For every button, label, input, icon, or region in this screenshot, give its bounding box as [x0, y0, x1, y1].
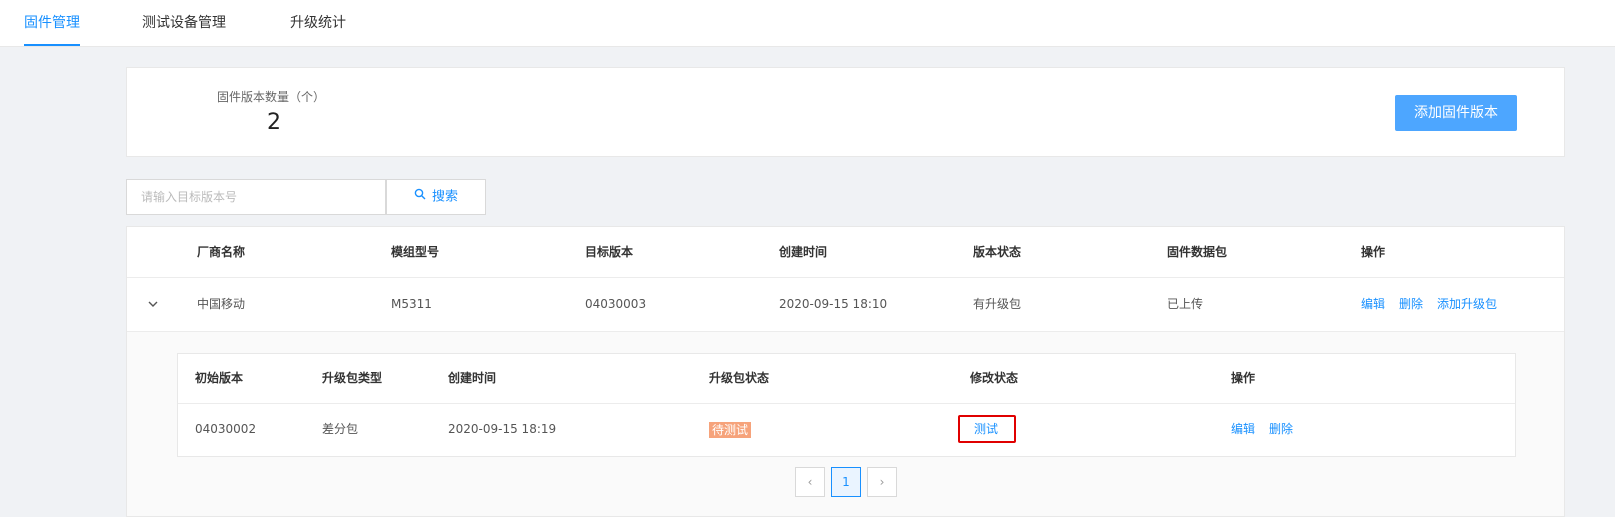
cell-package-type: 差分包: [322, 422, 359, 436]
cell-sub-created: 2020-09-15 18:19: [448, 422, 557, 436]
top-nav: 固件管理 测试设备管理 升级统计: [0, 0, 1615, 47]
cell-model: M5311: [391, 297, 432, 311]
page-1-button[interactable]: 1: [831, 467, 861, 497]
sub-delete-link[interactable]: 删除: [1269, 422, 1293, 436]
target-version-search-input[interactable]: 请输入目标版本号: [126, 179, 386, 215]
col-package: 固件数据包: [1167, 245, 1228, 259]
cell-package: 已上传: [1167, 297, 1204, 311]
table-row: 中国移动 M5311 04030003 2020-09-15 18:10 有升级…: [127, 277, 1564, 332]
col-model: 模组型号: [391, 245, 440, 259]
col-initial-version: 初始版本: [195, 371, 244, 385]
cell-target-version: 04030003: [585, 297, 647, 311]
search-button-label: 搜索: [431, 189, 458, 205]
sub-table-header: 初始版本 升级包类型 创建时间 升级包状态 修改状态 操作: [178, 354, 1515, 404]
firmware-count-label: 固件版本数量（个）: [217, 90, 326, 104]
expanded-row: 初始版本 升级包类型 创建时间 升级包状态 修改状态 操作 04030002 差…: [127, 332, 1564, 516]
sub-table-row: 04030002 差分包 2020-09-15 18:19 待测试 测试 编辑删…: [178, 403, 1515, 456]
cell-initial-version: 04030002: [195, 422, 257, 436]
col-sub-created: 创建时间: [448, 371, 497, 385]
search-icon: [414, 180, 426, 214]
col-target-version: 目标版本: [585, 245, 634, 259]
cell-package-status: 待测试: [709, 403, 752, 456]
tab-firmware-management[interactable]: 固件管理: [24, 0, 80, 46]
table-header: 厂商名称 模组型号 目标版本 创建时间 版本状态 固件数据包 操作: [127, 227, 1564, 278]
firmware-table: 厂商名称 模组型号 目标版本 创建时间 版本状态 固件数据包 操作 中国移动 M…: [126, 226, 1565, 517]
chevron-down-icon[interactable]: [146, 297, 160, 311]
col-modify-status: 修改状态: [970, 371, 1019, 385]
tab-upgrade-statistics[interactable]: 升级统计: [290, 0, 346, 46]
search-button[interactable]: 搜索: [386, 179, 486, 215]
col-package-type: 升级包类型: [322, 371, 383, 385]
sub-edit-link[interactable]: 编辑: [1231, 422, 1255, 436]
tab-test-device-management[interactable]: 测试设备管理: [142, 0, 226, 46]
cell-actions: 编辑 删除 添加升级包: [1361, 277, 1511, 331]
col-created: 创建时间: [779, 245, 828, 259]
firmware-count-value: 2: [267, 110, 281, 135]
col-actions: 操作: [1361, 245, 1386, 259]
add-upgrade-package-link[interactable]: 添加升级包: [1437, 297, 1497, 311]
prev-page-button[interactable]: ‹: [795, 467, 825, 497]
cell-created: 2020-09-15 18:10: [779, 297, 888, 311]
cell-vendor: 中国移动: [197, 297, 246, 311]
col-sub-actions: 操作: [1231, 371, 1256, 385]
col-version-status: 版本状态: [973, 245, 1022, 259]
status-badge: 待测试: [709, 421, 752, 438]
upgrade-package-table: 初始版本 升级包类型 创建时间 升级包状态 修改状态 操作 04030002 差…: [177, 353, 1516, 457]
edit-link[interactable]: 编辑: [1361, 297, 1385, 311]
next-page-button[interactable]: ›: [867, 467, 897, 497]
col-vendor: 厂商名称: [197, 245, 246, 259]
add-firmware-version-button[interactable]: 添加固件版本: [1395, 95, 1517, 131]
cell-sub-actions: 编辑 删除: [1231, 403, 1307, 456]
cell-version-status: 有升级包: [973, 297, 1022, 311]
col-package-status: 升级包状态: [709, 371, 770, 385]
delete-link[interactable]: 删除: [1399, 297, 1423, 311]
stats-card: 固件版本数量（个） 2 添加固件版本: [126, 67, 1565, 157]
test-status-link[interactable]: 测试: [958, 415, 1016, 443]
